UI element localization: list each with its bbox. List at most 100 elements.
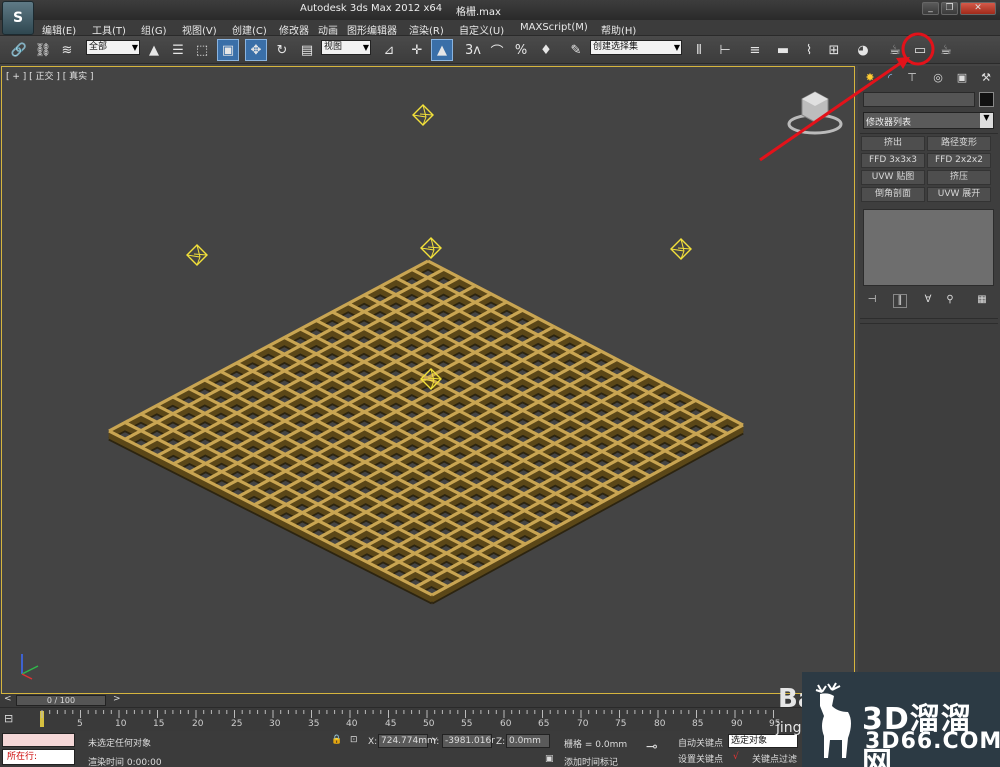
named-selection-dropdown[interactable]: 创建选择集 ▼: [590, 40, 682, 55]
spinner-snap-icon[interactable]: ♦: [535, 39, 557, 61]
keyboard-shortcut-override-icon[interactable]: ▲: [431, 39, 453, 61]
extrude-button[interactable]: 挤出: [861, 136, 925, 151]
set-key-button[interactable]: 设置关键点: [678, 752, 723, 765]
menu-maxscript[interactable]: MAXScript(M): [520, 22, 588, 33]
app-logo-button[interactable]: S: [2, 1, 34, 35]
ffd-3x3x3-button[interactable]: FFD 3x3x3: [861, 153, 925, 168]
maxscript-mini-listener-top[interactable]: [2, 733, 75, 747]
maxscript-mini-listener-bottom[interactable]: 所在行:: [2, 749, 75, 765]
modifier-list-dropdown[interactable]: 修改器列表 ▼: [863, 112, 994, 129]
perspective-viewport[interactable]: [ + ] [ 正交 ] [ 真实 ]: [1, 66, 855, 694]
render-production-icon[interactable]: ☕: [935, 39, 957, 61]
manipulate-icon[interactable]: ✛: [406, 39, 428, 61]
angle-snap-icon[interactable]: ⌒: [486, 39, 508, 61]
snaps-toggle-icon[interactable]: 3ᴧ: [462, 39, 484, 61]
layer-manager-icon[interactable]: ≡: [744, 39, 766, 61]
menu-help[interactable]: 帮助(H): [601, 22, 636, 37]
x-coord-field[interactable]: 724.774mm: [378, 734, 436, 748]
menu-animation[interactable]: 动画: [318, 22, 338, 37]
light-helper-icon[interactable]: [670, 238, 692, 260]
modifier-stack[interactable]: [863, 209, 994, 286]
make-unique-icon[interactable]: ∀: [921, 294, 935, 308]
render-setup-icon[interactable]: ☕: [884, 39, 906, 61]
create-tab-icon[interactable]: ✸: [862, 69, 878, 85]
edit-named-selection-icon[interactable]: ✎: [565, 39, 587, 61]
absolute-mode-icon[interactable]: ⊡: [350, 735, 358, 745]
light-helper-icon[interactable]: [412, 104, 434, 126]
remove-modifier-icon[interactable]: ⚲: [943, 294, 957, 308]
light-helper-icon[interactable]: [420, 237, 442, 259]
mini-curve-editor-icon[interactable]: ⊟: [4, 712, 22, 726]
timeline-ruler[interactable]: 5 10 15 20 25 30 35 40 45 50 55 60 65 70…: [40, 708, 780, 730]
rectangular-selection-icon[interactable]: ⬚: [191, 39, 213, 61]
select-object-icon[interactable]: ▲: [143, 39, 165, 61]
menu-graph-editors[interactable]: 图形编辑器: [347, 22, 397, 37]
restore-button[interactable]: ❐: [941, 2, 958, 15]
key-filters-icon[interactable]: √: [733, 752, 739, 762]
menu-create[interactable]: 创建(C): [232, 22, 267, 37]
pin-stack-icon[interactable]: ⊣: [865, 294, 879, 308]
selection-filter-dropdown[interactable]: 全部 ▼: [86, 40, 140, 55]
configure-modifier-sets-icon[interactable]: ▦: [975, 294, 989, 308]
key-selection-dropdown[interactable]: 选定对象: [728, 734, 798, 748]
y-coord-field[interactable]: -3981.016r: [442, 734, 495, 748]
add-time-tag[interactable]: 添加时间标记: [564, 755, 618, 767]
select-and-scale-icon[interactable]: ▤: [296, 39, 318, 61]
select-and-link-icon[interactable]: 🔗: [8, 39, 30, 61]
motion-tab-icon[interactable]: ◎: [930, 69, 946, 85]
select-and-move-icon[interactable]: ✥: [245, 39, 267, 61]
key-icon[interactable]: ⊸: [646, 739, 658, 755]
time-tag-icon[interactable]: ▣: [545, 754, 554, 764]
auto-key-button[interactable]: 自动关键点: [678, 736, 723, 749]
light-helper-icon[interactable]: [186, 244, 208, 266]
percent-snap-icon[interactable]: %: [510, 39, 532, 61]
path-deform-button[interactable]: 路径变形: [927, 136, 991, 151]
menu-group[interactable]: 组(G): [141, 22, 167, 37]
close-button[interactable]: ✕: [960, 2, 996, 15]
uvw-map-button[interactable]: UVW 贴图: [861, 170, 925, 185]
display-tab-icon[interactable]: ▣: [954, 69, 970, 85]
key-filters-button[interactable]: 关键点过滤: [752, 752, 797, 765]
align-icon[interactable]: ⊢: [714, 39, 736, 61]
schematic-view-icon[interactable]: ⊞: [823, 39, 845, 61]
z-coord-field[interactable]: 0.0mm: [506, 734, 550, 748]
ffd-2x2x2-button[interactable]: FFD 2x2x2: [927, 153, 991, 168]
menu-tools[interactable]: 工具(T): [92, 22, 126, 37]
select-by-name-icon[interactable]: ☰: [167, 39, 189, 61]
previous-frame-icon[interactable]: <: [4, 694, 12, 704]
watermark-3d66: 3D溜溜网 3D66.COM: [802, 672, 1000, 767]
show-end-result-icon[interactable]: ∥: [893, 294, 907, 308]
object-color-swatch[interactable]: [979, 92, 994, 107]
bevel-profile-button[interactable]: 倒角剖面: [861, 187, 925, 202]
select-and-rotate-icon[interactable]: ↻: [271, 39, 293, 61]
grid-object[interactable]: [108, 259, 744, 605]
menu-customize[interactable]: 自定义(U): [459, 22, 504, 37]
menu-rendering[interactable]: 渲染(R): [409, 22, 444, 37]
mirror-icon[interactable]: ⫴: [688, 39, 710, 61]
unlink-icon[interactable]: ⛓: [32, 39, 54, 61]
modify-tab-icon[interactable]: ◜: [882, 69, 898, 85]
rendered-frame-window-icon[interactable]: ▭: [909, 39, 931, 61]
pivot-point-icon[interactable]: ⊿: [378, 39, 400, 61]
material-editor-icon[interactable]: ◕: [852, 39, 874, 61]
menu-edit[interactable]: 编辑(E): [42, 22, 76, 37]
graphite-ribbon-icon[interactable]: ▬: [772, 39, 794, 61]
menu-modifiers[interactable]: 修改器: [279, 22, 309, 37]
maxscript-listener[interactable]: 所在行:: [0, 731, 76, 767]
time-slider[interactable]: 0 / 100: [16, 695, 106, 706]
unwrap-uvw-button[interactable]: UVW 展开: [927, 187, 991, 202]
hierarchy-tab-icon[interactable]: ⊤: [904, 69, 920, 85]
next-frame-icon[interactable]: >: [113, 694, 121, 704]
lock-selection-icon[interactable]: 🔒: [331, 735, 342, 745]
object-name-field[interactable]: [863, 92, 975, 107]
tick-label: 5: [77, 719, 83, 729]
minimize-button[interactable]: _: [922, 2, 939, 15]
viewcube-icon[interactable]: [787, 91, 843, 135]
window-crossing-icon[interactable]: ▣: [217, 39, 239, 61]
menu-views[interactable]: 视图(V): [182, 22, 217, 37]
curve-editor-icon[interactable]: ⌇: [798, 39, 820, 61]
reference-coordinate-dropdown[interactable]: 视图 ▼: [321, 40, 371, 55]
squeeze-button[interactable]: 挤压: [927, 170, 991, 185]
utilities-tab-icon[interactable]: ⚒: [978, 69, 994, 85]
bind-space-warp-icon[interactable]: ≋: [56, 39, 78, 61]
